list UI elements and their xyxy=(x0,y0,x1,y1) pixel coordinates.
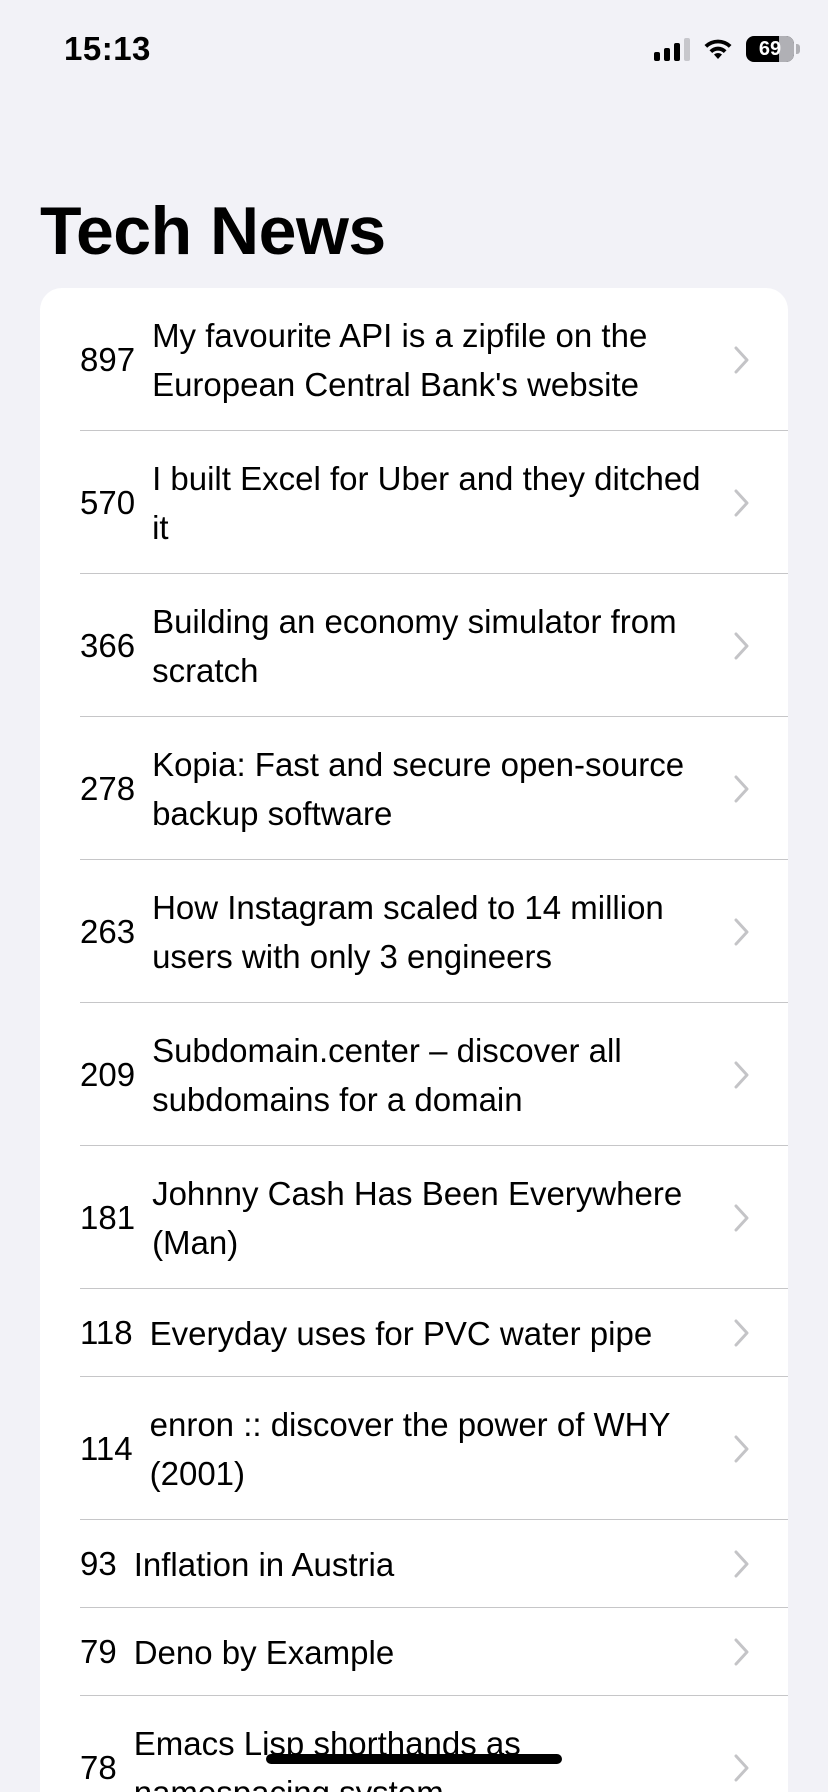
news-list-item[interactable]: 181 Johnny Cash Has Been Everywhere (Man) xyxy=(40,1146,788,1289)
page-title: Tech News xyxy=(40,193,386,269)
chevron-right-icon xyxy=(734,346,749,373)
story-score: 79 xyxy=(80,1633,117,1670)
battery-percent: 69 xyxy=(758,37,782,60)
news-list-item[interactable]: 93 Inflation in Austria xyxy=(40,1520,788,1608)
story-score: 278 xyxy=(80,769,136,807)
home-indicator[interactable] xyxy=(266,1754,562,1764)
story-title: I built Excel for Uber and they ditched … xyxy=(152,459,701,546)
chevron-right-icon xyxy=(734,1550,749,1578)
status-time: 15:13 xyxy=(64,30,151,67)
news-list-item[interactable]: 118 Everyday uses for PVC water pipe xyxy=(40,1289,788,1377)
wifi-icon xyxy=(702,37,734,61)
news-list-item[interactable]: 209 Subdomain.center – discover all subdo… xyxy=(40,1003,788,1146)
chevron-right-icon xyxy=(734,632,749,659)
story-score: 570 xyxy=(80,483,136,521)
status-bar: 15:13 69 xyxy=(0,0,828,100)
news-list-item[interactable]: 366 Building an economy simulator from sc… xyxy=(40,574,788,717)
story-title: Inflation in Austria xyxy=(133,1545,395,1583)
news-list-item[interactable]: 78 Emacs Lisp shorthands as namespacing s… xyxy=(40,1696,788,1792)
story-title: My favourite API is a zipfile on the Eur… xyxy=(152,316,648,403)
story-title: Everyday uses for PVC water pipe xyxy=(149,1314,653,1352)
chevron-right-icon xyxy=(734,1435,749,1462)
battery-level xyxy=(779,36,794,62)
story-title: How Instagram scaled to 14 million users… xyxy=(152,888,664,975)
news-list-item[interactable]: 79 Deno by Example xyxy=(40,1608,788,1696)
story-title: Deno by Example xyxy=(133,1633,395,1671)
story-title: Building an economy simulator from scrat… xyxy=(152,602,677,689)
story-score: 114 xyxy=(80,1429,133,1467)
status-icons: 69 xyxy=(654,34,800,64)
story-score: 118 xyxy=(80,1314,133,1351)
news-list-item[interactable]: 897 My favourite API is a zipfile on the … xyxy=(40,288,788,431)
chevron-right-icon xyxy=(734,1319,749,1347)
chevron-right-icon xyxy=(734,1638,749,1666)
story-score: 181 xyxy=(80,1198,136,1236)
news-list-item[interactable]: 278 Kopia: Fast and secure open-source ba… xyxy=(40,717,788,860)
screen: 15:13 69 Tech News 897 My favourite API … xyxy=(0,0,828,1792)
news-list: 897 My favourite API is a zipfile on the … xyxy=(40,288,788,1792)
chevron-right-icon xyxy=(734,1754,749,1781)
cellular-signal-icon xyxy=(654,37,690,61)
chevron-right-icon xyxy=(734,1204,749,1231)
story-score: 93 xyxy=(80,1545,117,1582)
story-title: enron :: discover the power of WHY (2001… xyxy=(149,1405,670,1492)
story-score: 78 xyxy=(80,1748,117,1786)
chevron-right-icon xyxy=(734,1061,749,1088)
news-list-item[interactable]: 570 I built Excel for Uber and they ditch… xyxy=(40,431,788,574)
story-score: 263 xyxy=(80,912,136,950)
chevron-right-icon xyxy=(734,489,749,516)
story-title: Subdomain.center – discover all subdomai… xyxy=(152,1031,622,1118)
story-title: Kopia: Fast and secure open-source backu… xyxy=(152,745,685,832)
news-list-item[interactable]: 114 enron :: discover the power of WHY (2… xyxy=(40,1377,788,1520)
news-list-item[interactable]: 263 How Instagram scaled to 14 million us… xyxy=(40,860,788,1003)
story-score: 897 xyxy=(80,340,136,378)
battery-icon: 69 xyxy=(746,36,800,62)
story-score: 366 xyxy=(80,626,136,664)
story-title: Johnny Cash Has Been Everywhere (Man) xyxy=(152,1174,683,1261)
story-score: 209 xyxy=(80,1055,136,1093)
chevron-right-icon xyxy=(734,775,749,802)
chevron-right-icon xyxy=(734,918,749,945)
